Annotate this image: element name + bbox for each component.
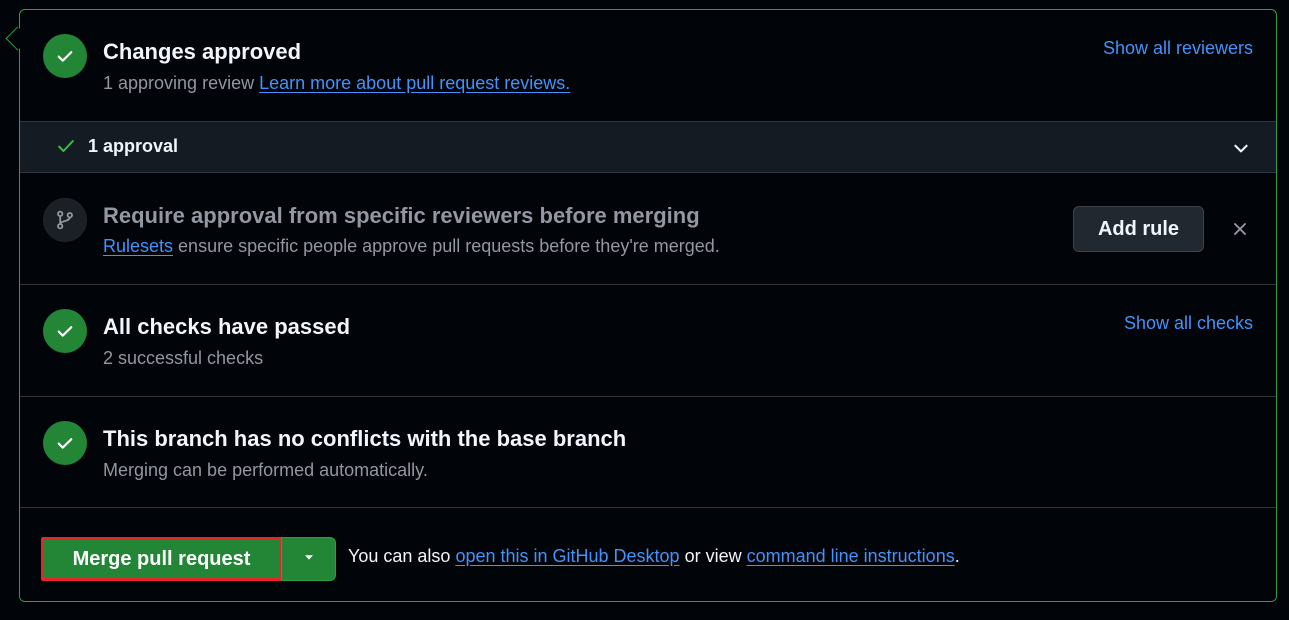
chevron-down-icon[interactable] (1232, 139, 1250, 162)
check-icon (56, 136, 76, 161)
learn-more-reviews-link[interactable]: Learn more about pull request reviews. (259, 73, 570, 93)
footer-text: You can also open this in GitHub Desktop… (348, 546, 960, 567)
merge-box: Changes approved 1 approving review Lear… (19, 9, 1277, 602)
checks-title: All checks have passed (103, 314, 351, 339)
merge-footer: Merge pull request You can also open thi… (20, 508, 1276, 601)
reviews-section: Changes approved 1 approving review Lear… (20, 10, 1276, 121)
ruleset-title: Require approval from specific reviewers… (103, 203, 700, 228)
merge-method-dropdown[interactable] (281, 537, 336, 581)
conflicts-section: This branch has no conflicts with the ba… (20, 397, 1276, 508)
close-icon[interactable] (1231, 220, 1249, 243)
approval-count: 1 approval (88, 136, 179, 156)
merge-pull-request-button[interactable]: Merge pull request (41, 537, 282, 581)
reviews-title: Changes approved (103, 39, 302, 64)
conflicts-title: This branch has no conflicts with the ba… (103, 426, 627, 451)
ruleset-subtitle: Rulesets ensure specific people approve … (103, 236, 720, 257)
show-all-reviewers-link[interactable]: Show all reviewers (1103, 38, 1253, 59)
check-icon (43, 34, 87, 78)
checks-subtitle: 2 successful checks (103, 348, 264, 368)
ruleset-section: Require approval from specific reviewers… (20, 173, 1276, 285)
footer-suffix: . (954, 546, 960, 566)
command-line-link[interactable]: command line instructions (747, 546, 955, 566)
check-icon (43, 421, 87, 465)
footer-middle: or view (684, 546, 742, 566)
reviews-subtitle: 1 approving review Learn more about pull… (103, 73, 570, 94)
check-icon (43, 309, 87, 353)
conflicts-subtitle: Merging can be performed automatically. (103, 460, 428, 480)
rulesets-link[interactable]: Rulesets (103, 236, 173, 256)
github-desktop-link[interactable]: open this in GitHub Desktop (455, 546, 679, 566)
ruleset-text: ensure specific people approve pull requ… (178, 236, 720, 256)
approvals-toggle[interactable]: 1 approval (20, 121, 1276, 173)
triangle-down-icon (302, 550, 316, 569)
show-all-checks-link[interactable]: Show all checks (1124, 313, 1253, 334)
checks-section: All checks have passed 2 successful chec… (20, 285, 1276, 397)
footer-prefix: You can also (348, 546, 451, 566)
reviews-subtitle-text: 1 approving review (103, 73, 255, 93)
add-rule-button[interactable]: Add rule (1073, 206, 1204, 252)
git-branch-icon (43, 198, 87, 242)
